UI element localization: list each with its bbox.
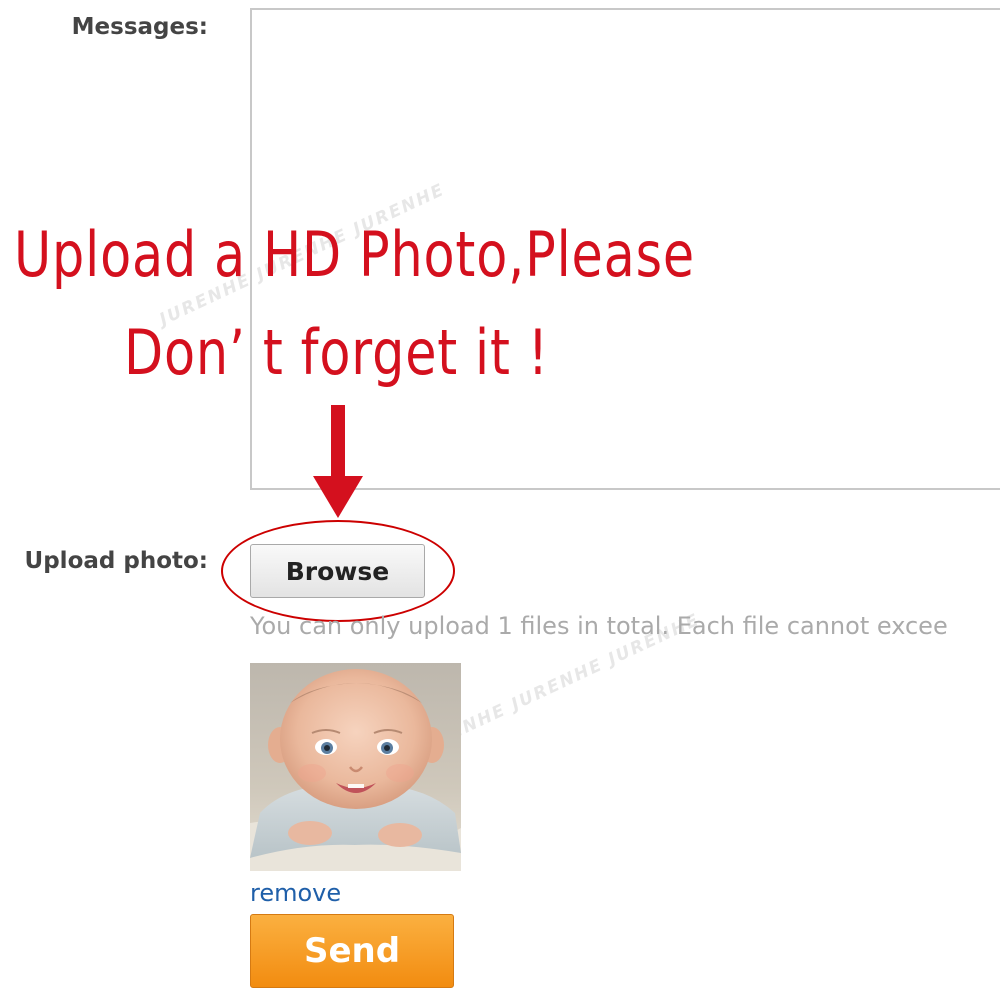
arrow-head xyxy=(313,476,363,518)
upload-form-page: Messages: JURENHE JURENHE JURENHE JURENH… xyxy=(0,0,1000,1000)
remove-photo-link[interactable]: remove xyxy=(250,879,341,907)
upload-limit-hint: You can only upload 1 files in total. Ea… xyxy=(250,612,948,640)
ellipse-highlight-icon xyxy=(221,520,455,622)
messages-label: Messages: xyxy=(71,14,208,40)
baby-photo-icon xyxy=(250,663,461,871)
uploaded-photo-thumbnail xyxy=(250,663,461,871)
upload-photo-label: Upload photo: xyxy=(24,548,208,574)
arrow-shaft xyxy=(331,405,345,478)
send-button[interactable]: Send xyxy=(250,914,454,988)
annotation-line-1: Upload a HD Photo,Please xyxy=(14,218,695,291)
annotation-line-2: Don’ t forget it ! xyxy=(124,316,549,389)
